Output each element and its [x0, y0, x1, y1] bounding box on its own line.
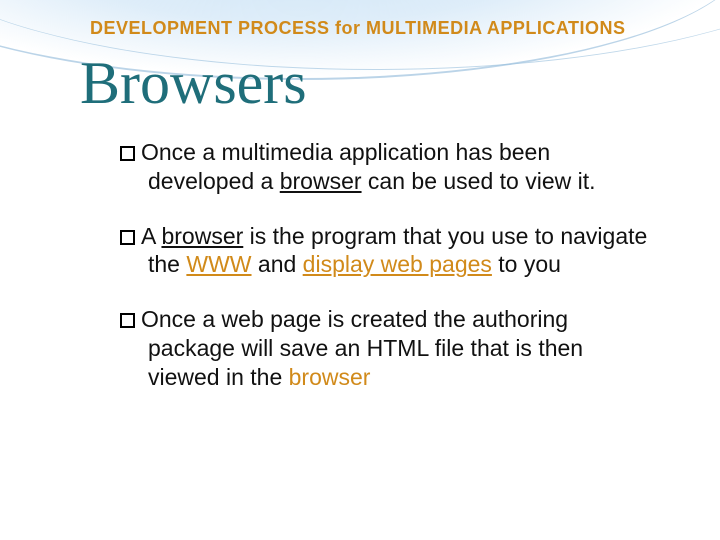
slide-title: Browsers	[0, 39, 720, 138]
bullet-marker-icon	[120, 313, 135, 328]
bullet-marker-icon	[120, 146, 135, 161]
slide-content: Once a multimedia application has been d…	[0, 138, 720, 391]
bullet-2-text-c: and	[252, 251, 303, 277]
bullet-marker-icon	[120, 230, 135, 245]
bullet-2-text-a: A	[141, 223, 161, 249]
bullet-3-keyword-browser: browser	[289, 364, 371, 390]
bullet-2: A browser is the program that you use to…	[120, 222, 660, 280]
bullet-1-text-b: can be used to view it.	[362, 168, 596, 194]
slide-header: DEVELOPMENT PROCESS for MULTIMEDIA APPLI…	[0, 0, 720, 39]
bullet-2-keyword-browser: browser	[161, 223, 243, 249]
bullet-1: Once a multimedia application has been d…	[120, 138, 660, 196]
bullet-2-keyword-www: WWW	[186, 251, 251, 277]
bullet-1-keyword-browser: browser	[280, 168, 362, 194]
bullet-2-text-d: to you	[492, 251, 561, 277]
bullet-2-keyword-display: display web pages	[303, 251, 492, 277]
bullet-3: Once a web page is created the authoring…	[120, 305, 660, 391]
